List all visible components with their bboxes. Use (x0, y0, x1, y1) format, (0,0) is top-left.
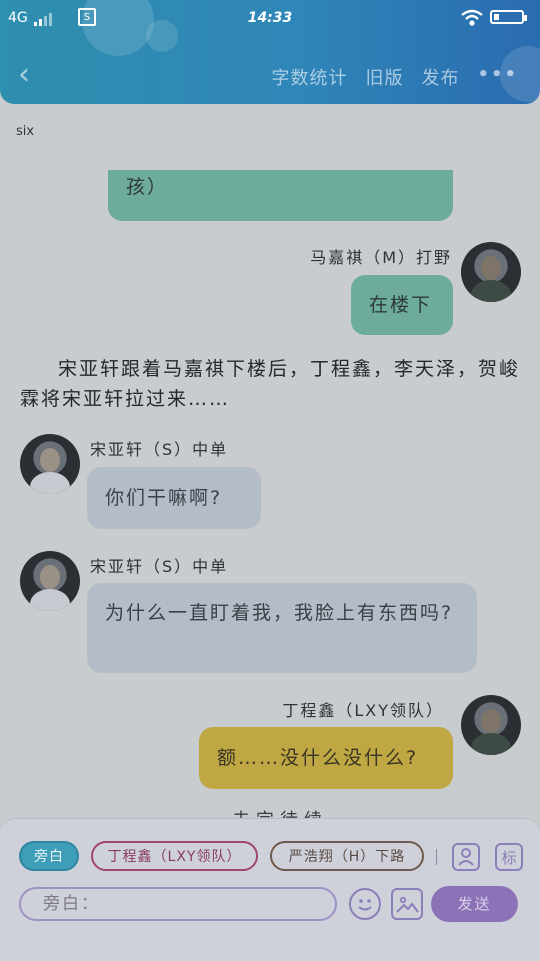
header: 4G S 14:33 ‹ 字数统计 旧版 发布 ••• (0, 0, 540, 104)
avatar[interactable] (461, 242, 521, 302)
avatar[interactable] (20, 551, 80, 611)
avatar[interactable] (20, 434, 80, 494)
message-text: 额……没什么没什么? (217, 747, 419, 769)
top-nav: ‹ 字数统计 旧版 发布 ••• (0, 56, 540, 96)
message-bubble[interactable]: 额……没什么没什么? (199, 727, 453, 789)
speaker-name: 宋亚轩（S）中单 (90, 440, 229, 459)
publish-button[interactable]: 发布 (421, 64, 459, 90)
tag-icon[interactable]: 标 (495, 843, 523, 871)
status-bar: 4G S 14:33 (0, 8, 540, 30)
word-count-button[interactable]: 字数统计 (271, 64, 347, 90)
message-bubble[interactable]: 在楼下 (351, 275, 453, 335)
message-bubble[interactable]: 孩） (108, 170, 453, 221)
message-text: 为什么一直盯着我，我脸上有东西吗? (105, 602, 454, 624)
more-icon[interactable]: ••• (477, 64, 518, 90)
author-name: six (16, 124, 35, 139)
message-text: 孩） (126, 176, 169, 198)
old-version-button[interactable]: 旧版 (365, 64, 403, 90)
battery-icon (490, 10, 527, 24)
narration-text: 宋亚轩跟着马嘉祺下楼后，丁程鑫，李天泽，贺峻霖将宋亚轩拉过来…… (20, 358, 521, 410)
speaker-name: 丁程鑫（LXY领队） (282, 701, 444, 720)
message-text: 你们干嘛啊? (105, 487, 223, 509)
wifi-icon (461, 9, 483, 26)
send-button[interactable]: 发送 (431, 886, 518, 922)
back-icon[interactable]: ‹ (18, 58, 30, 92)
role-chip[interactable]: 严浩翔（H）下路 (270, 841, 424, 871)
emoji-icon[interactable] (349, 888, 381, 920)
message-bubble[interactable]: 为什么一直盯着我，我脸上有东西吗? (87, 583, 477, 673)
divider (436, 849, 437, 865)
input-panel: 旁白 丁程鑫（LXY领队） 严浩翔（H）下路 标 发送 (0, 818, 540, 961)
speaker-name: 马嘉祺（M）打野 (310, 248, 452, 267)
role-chip[interactable]: 丁程鑫（LXY领队） (91, 841, 258, 871)
avatar[interactable] (461, 695, 521, 755)
speaker-name: 宋亚轩（S）中单 (90, 557, 229, 576)
image-icon[interactable] (391, 888, 423, 920)
role-chip-narration[interactable]: 旁白 (19, 841, 79, 871)
message-bubble[interactable]: 你们干嘛啊? (87, 467, 261, 529)
person-icon[interactable] (452, 843, 480, 871)
clock: 14:33 (247, 10, 293, 26)
narration-input[interactable] (19, 887, 337, 921)
message-text: 在楼下 (369, 294, 433, 316)
